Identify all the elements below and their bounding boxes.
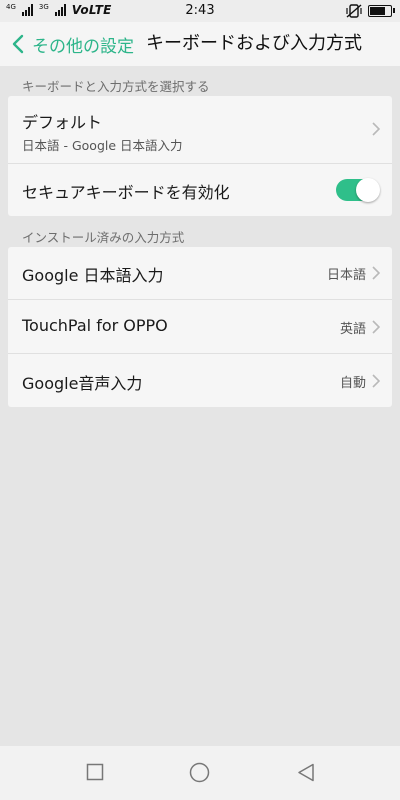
input-method-title: TouchPal for OPPO (22, 316, 168, 335)
list-item[interactable]: Google音声入力 自動 (8, 354, 392, 407)
chevron-right-icon (372, 374, 380, 388)
back-triangle-icon[interactable] (297, 763, 315, 782)
status-time: 2:43 (185, 3, 215, 18)
default-subtitle: 日本語 - Google 日本語入力 (22, 138, 183, 153)
secure-keyboard-toggle[interactable] (336, 178, 380, 202)
back-label: その他の設定 (32, 36, 134, 57)
chevron-left-icon (12, 34, 24, 54)
status-bar: 4G 3G VoLTE 2:43 (0, 0, 400, 22)
input-method-language: 英語 (339, 322, 366, 337)
chevron-right-icon (372, 320, 380, 334)
installed-methods-card: Google 日本語入力 日本語 TouchPal for OPPO 英語 Go… (8, 247, 392, 407)
input-method-language: 日本語 (326, 268, 366, 283)
input-method-language: 自動 (339, 376, 366, 391)
battery-icon (368, 5, 395, 17)
toggle-knob (356, 178, 380, 202)
back-button[interactable]: その他の設定 (10, 22, 134, 66)
list-item[interactable]: TouchPal for OPPO 英語 (8, 300, 392, 354)
page-title: キーボードおよび入力方式 (146, 33, 362, 54)
list-item[interactable]: Google 日本語入力 日本語 (8, 247, 392, 300)
status-right (346, 4, 395, 18)
app-header: その他の設定 キーボードおよび入力方式 (0, 22, 400, 66)
input-method-title: Google音声入力 (22, 374, 143, 393)
section-label-installed: インストール済みの入力方式 (22, 230, 185, 245)
default-title: デフォルト (22, 113, 103, 132)
section-label-select: キーボードと入力方式を選択する (22, 79, 210, 94)
chevron-right-icon (372, 266, 380, 280)
secure-keyboard-row: セキュアキーボードを有効化 (8, 164, 392, 216)
secure-keyboard-title: セキュアキーボードを有効化 (22, 183, 230, 202)
recents-square-icon[interactable] (86, 763, 104, 781)
mute-vibrate-icon (346, 4, 362, 18)
system-nav-bar (0, 746, 400, 800)
chevron-right-icon (372, 122, 380, 136)
input-method-title: Google 日本語入力 (22, 266, 164, 285)
keyboard-select-card: デフォルト 日本語 - Google 日本語入力 セキュアキーボードを有効化 (8, 96, 392, 216)
home-circle-icon[interactable] (189, 762, 210, 783)
default-keyboard-row[interactable]: デフォルト 日本語 - Google 日本語入力 (8, 96, 392, 164)
